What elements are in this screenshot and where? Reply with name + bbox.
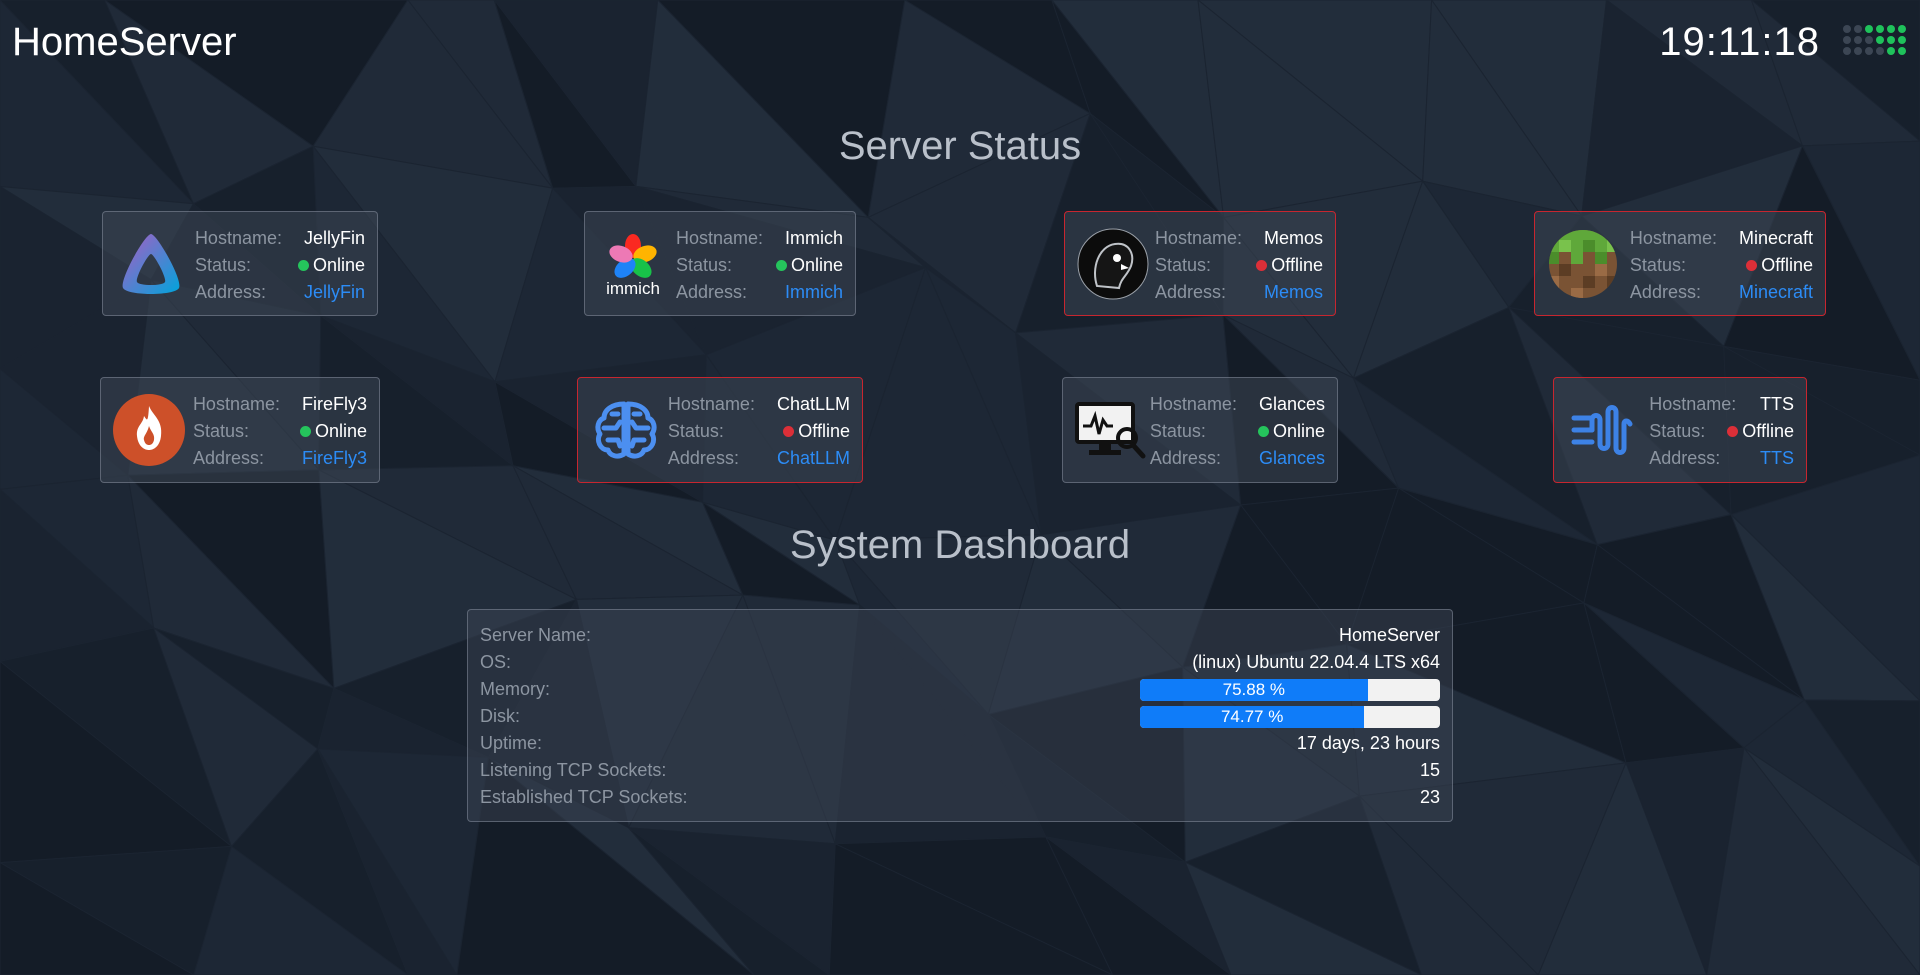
disk-row: Disk: 74.77 % xyxy=(480,703,1440,730)
hostname-value: JellyFin xyxy=(303,228,365,248)
status-badge: Offline xyxy=(1727,418,1794,445)
status-dot-icon xyxy=(1257,426,1269,437)
status-dot-icon xyxy=(1746,260,1758,271)
memos-icon xyxy=(1077,228,1149,300)
service-card-minecraft[interactable]: Hostname: Minecraft Status: Offline Addres… xyxy=(1534,211,1826,316)
service-card-tts[interactable]: Hostname: TTS Status: Offline Address: TTS xyxy=(1553,377,1807,483)
system-dashboard-panel: Server Name: HomeServer OS: (linux) Ubun… xyxy=(467,609,1453,822)
service-card-jellyfin[interactable]: Hostname: JellyFin Status: Online Address:… xyxy=(102,211,378,316)
address-link[interactable]: Minecraft xyxy=(1739,279,1813,306)
server-name-value: HomeServer xyxy=(1338,625,1440,645)
service-card-memos[interactable]: Hostname: Memos Status: Offline Address: Me… xyxy=(1064,211,1336,316)
address-link[interactable]: JellyFin xyxy=(304,279,365,306)
status-badge: Online xyxy=(775,252,843,279)
memory-percent-label: 75.88 % xyxy=(1222,679,1285,699)
status-dot-icon xyxy=(783,426,795,437)
established-sockets-row: Established TCP Sockets: 23 xyxy=(480,787,1440,807)
monitor-icon xyxy=(1075,402,1146,459)
address-link[interactable]: TTS xyxy=(1760,445,1794,472)
hostname-value: Memos xyxy=(1263,228,1323,248)
status-dot-icon xyxy=(1256,260,1268,271)
jellyfin-icon xyxy=(122,234,180,294)
status-badge: Online xyxy=(1257,418,1325,445)
address-link[interactable]: FireFly3 xyxy=(302,445,367,472)
listening-sockets-row: Listening TCP Sockets: 15 xyxy=(480,760,1440,780)
brand-title: HomeServer xyxy=(12,20,237,64)
memory-progress-bar: 75.88 % xyxy=(1140,678,1440,701)
server-status-title: Server Status xyxy=(838,124,1082,168)
status-dot-icon xyxy=(1727,426,1739,437)
disk-percent-label: 74.77 % xyxy=(1220,706,1284,726)
hostname-value: Immich xyxy=(785,228,843,248)
status-badge: Offline xyxy=(1256,252,1323,279)
brain-icon xyxy=(595,401,657,459)
memory-row: Memory: 75.88 % xyxy=(480,676,1440,703)
status-badge: Offline xyxy=(783,418,850,445)
address-link[interactable]: ChatLLM xyxy=(777,445,850,472)
hostname-value: Glances xyxy=(1258,394,1325,414)
apps-grid-icon[interactable] xyxy=(1843,25,1906,55)
minecraft-icon xyxy=(1549,230,1617,298)
hostname-value: TTS xyxy=(1760,394,1794,414)
service-card-glances[interactable]: Hostname: Glances Status: Online Address: G… xyxy=(1062,377,1338,483)
established-sockets-value: 23 xyxy=(1419,787,1440,807)
disk-progress-bar: 74.77 % xyxy=(1140,705,1440,728)
status-dot-icon xyxy=(297,260,309,271)
firefly-icon xyxy=(113,394,185,466)
service-card-immich[interactable]: immich Hostname: Immich Status: Online Add… xyxy=(584,211,856,316)
uptime-row: Uptime: 17 days, 23 hours xyxy=(480,733,1440,753)
status-dot-icon xyxy=(299,426,311,437)
clock: 19:11:18 xyxy=(1659,20,1820,64)
immich-icon: immich xyxy=(606,234,660,298)
status-dot-icon xyxy=(775,260,787,271)
os-value: (linux) Ubuntu 22.04.4 LTS x64 xyxy=(1192,652,1440,672)
address-link[interactable]: Immich xyxy=(785,279,843,306)
hostname-value: Minecraft xyxy=(1738,228,1813,248)
status-badge: Offline xyxy=(1746,252,1813,279)
address-link[interactable]: Glances xyxy=(1259,445,1325,472)
uptime-value: 17 days, 23 hours xyxy=(1296,733,1440,753)
listening-sockets-value: 15 xyxy=(1419,760,1440,780)
service-card-firefly3[interactable]: Hostname: FireFly3 Status: Online Address:… xyxy=(100,377,380,483)
status-badge: Online xyxy=(299,418,367,445)
address-link[interactable]: Memos xyxy=(1264,279,1323,306)
service-card-chatllm[interactable]: Hostname: ChatLLM Status: Offline Address:… xyxy=(577,377,863,483)
server-name-row: Server Name: HomeServer xyxy=(480,625,1440,645)
os-row: OS: (linux) Ubuntu 22.04.4 LTS x64 xyxy=(480,652,1440,672)
status-badge: Online xyxy=(297,252,365,279)
system-dashboard-title: System Dashboard xyxy=(789,523,1131,567)
hostname-value: ChatLLM xyxy=(776,394,850,414)
sound-wave-icon xyxy=(1571,405,1633,455)
hostname-value: FireFly3 xyxy=(301,394,367,414)
svg-text:immich: immich xyxy=(606,279,660,298)
